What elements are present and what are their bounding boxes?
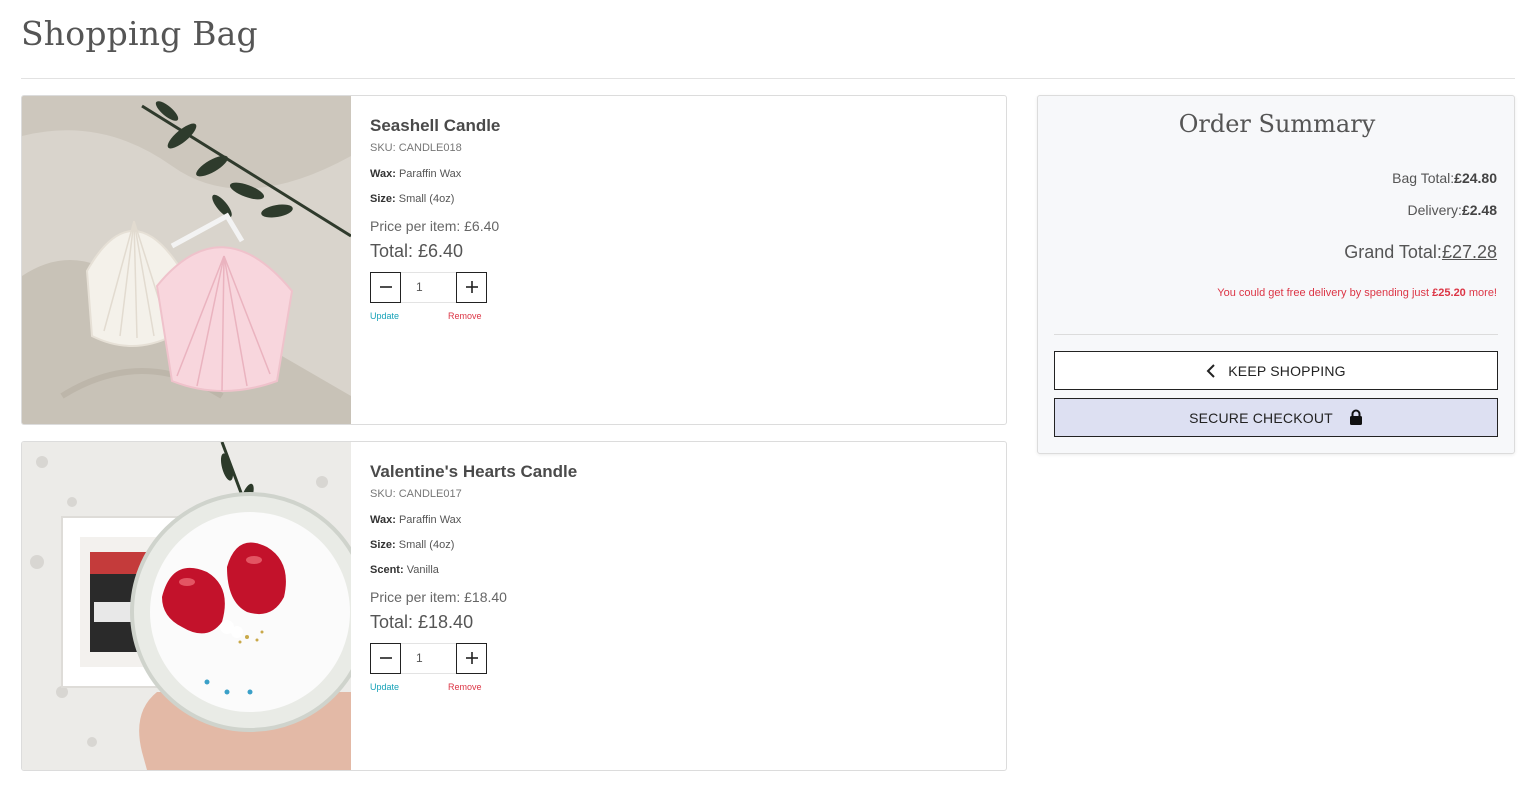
seashell-candle-photo <box>22 96 351 424</box>
remove-link[interactable]: Remove <box>448 311 482 321</box>
grand-total-label: Grand Total: <box>1344 242 1442 262</box>
product-sku: SKU: CANDLE017 <box>370 488 462 500</box>
size-label: Size: <box>370 193 396 205</box>
grand-total-row: Grand Total:£27.28 <box>1344 242 1497 263</box>
size-value: Small (4oz) <box>398 193 455 205</box>
grand-total-value: £27.28 <box>1441 242 1497 262</box>
product-sku: SKU: CANDLE018 <box>370 142 462 154</box>
chevron-left-icon <box>1206 363 1216 378</box>
quantity-input[interactable]: 1 <box>401 271 456 303</box>
wax-label: Wax: <box>370 514 396 526</box>
bag-total-label: Bag Total: <box>1392 170 1455 186</box>
secure-checkout-button[interactable]: SECURE CHECKOUT <box>1054 398 1498 437</box>
free-delivery-suffix: more! <box>1468 287 1497 299</box>
size-value: Small (4oz) <box>398 539 455 551</box>
wax-value: Paraffin Wax <box>398 168 462 180</box>
bag-item-valentines-hearts-candle: Valentine's Hearts Candle SKU: CANDLE017… <box>21 441 1007 771</box>
secure-checkout-label: SECURE CHECKOUT <box>1189 409 1333 426</box>
page-title: Shopping Bag <box>21 14 258 53</box>
product-image-seashell-candle[interactable] <box>22 96 351 424</box>
summary-divider <box>1054 334 1498 335</box>
product-name[interactable]: Valentine's Hearts Candle <box>370 462 970 482</box>
product-name[interactable]: Seashell Candle <box>370 116 970 136</box>
product-scent: Scent: Vanilla <box>370 564 970 576</box>
increase-quantity-button[interactable] <box>456 642 487 674</box>
minus-icon <box>379 657 392 659</box>
keep-shopping-button[interactable]: KEEP SHOPPING <box>1054 351 1498 390</box>
delivery-row: Delivery:£2.48 <box>1407 202 1497 218</box>
bag-total-value: £24.80 <box>1454 170 1497 186</box>
valentines-hearts-candle-photo <box>22 442 351 770</box>
quantity-input[interactable]: 1 <box>401 642 456 674</box>
bag-total-row: Bag Total:£24.80 <box>1392 170 1497 186</box>
item-total: Total: £6.40 <box>370 241 464 261</box>
wax-value: Paraffin Wax <box>398 514 462 526</box>
order-summary-title: Order Summary <box>1178 110 1376 138</box>
order-summary-panel: Order Summary Bag Total:£24.80 Delivery:… <box>1037 95 1515 454</box>
keep-shopping-label: KEEP SHOPPING <box>1228 362 1346 379</box>
scent-label: Scent: <box>370 564 404 576</box>
product-size: Size: Small (4oz) <box>370 539 970 551</box>
bag-item-seashell-candle: Seashell Candle SKU: CANDLE018 Wax: Para… <box>21 95 1007 425</box>
quantity-stepper: 1 <box>370 271 970 303</box>
price-per-item: Price per item: £6.40 <box>370 218 500 234</box>
free-delivery-message: You could get free delivery by spending … <box>1217 287 1497 299</box>
product-size: Size: Small (4oz) <box>370 193 970 205</box>
minus-icon <box>379 286 392 288</box>
delivery-value: £2.48 <box>1461 202 1497 218</box>
size-label: Size: <box>370 539 396 551</box>
update-link[interactable]: Update <box>370 682 448 692</box>
product-wax: Wax: Paraffin Wax <box>370 514 970 526</box>
increase-quantity-button[interactable] <box>456 271 487 303</box>
scent-value: Vanilla <box>406 564 439 576</box>
product-image-valentines-hearts-candle[interactable] <box>22 442 351 770</box>
quantity-stepper: 1 <box>370 642 970 674</box>
product-wax: Wax: Paraffin Wax <box>370 168 970 180</box>
plus-icon <box>465 281 478 293</box>
decrease-quantity-button[interactable] <box>370 271 401 303</box>
plus-icon <box>465 652 478 664</box>
free-delivery-prefix: You could get free delivery by spending … <box>1217 287 1430 299</box>
price-per-item: Price per item: £18.40 <box>370 589 507 605</box>
remove-link[interactable]: Remove <box>448 682 482 692</box>
update-link[interactable]: Update <box>370 311 448 321</box>
decrease-quantity-button[interactable] <box>370 642 401 674</box>
title-divider <box>21 78 1515 79</box>
item-total: Total: £18.40 <box>370 612 474 632</box>
wax-label: Wax: <box>370 168 396 180</box>
free-delivery-amount: £25.20 <box>1432 287 1466 299</box>
lock-icon <box>1349 409 1363 426</box>
delivery-label: Delivery: <box>1407 202 1462 218</box>
